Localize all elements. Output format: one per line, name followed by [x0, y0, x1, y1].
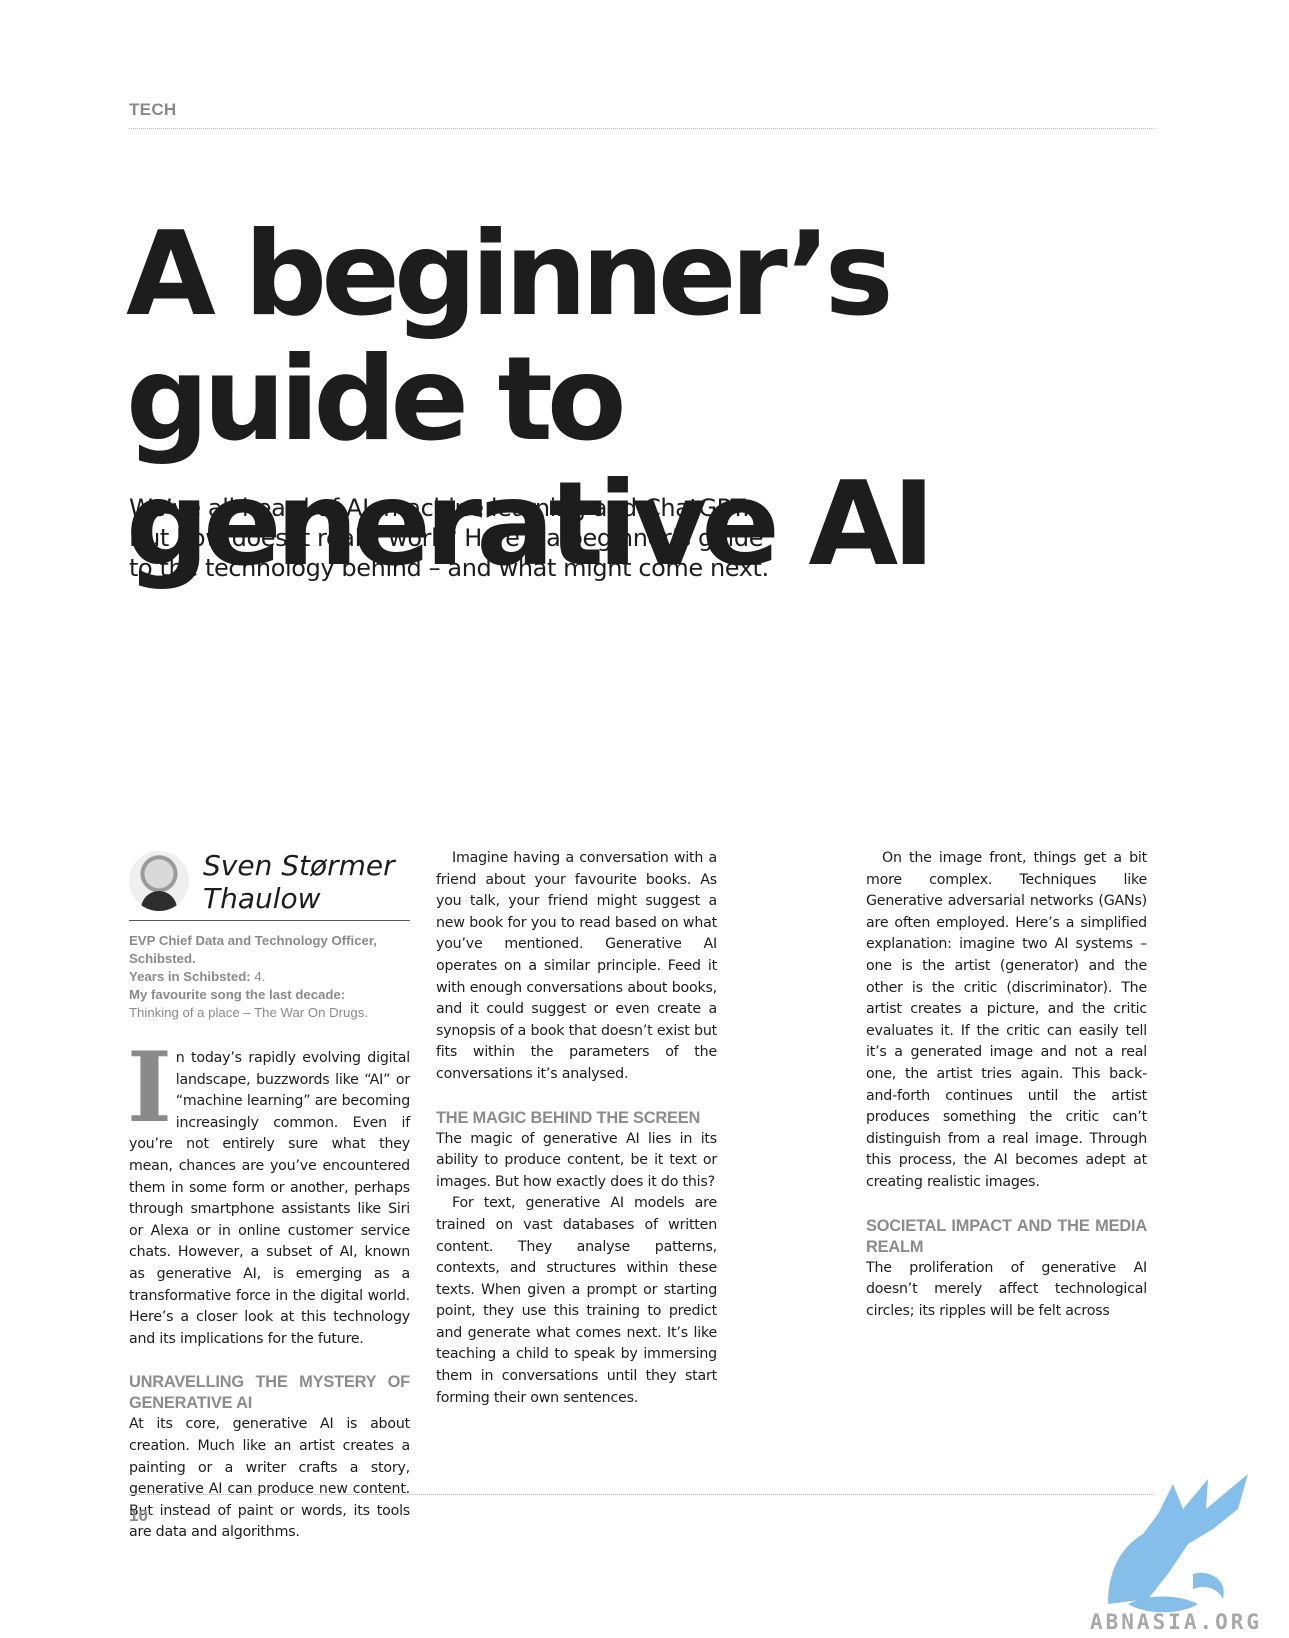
author-song-label: My favourite song the last decade:	[129, 987, 346, 1002]
author-divider	[129, 920, 410, 921]
griffin-logo-icon	[1108, 1474, 1248, 1613]
body-column-2: Imagine having a conversation with a fri…	[436, 848, 717, 1409]
author-years: Years in Schibsted: 4.	[129, 968, 410, 986]
drop-cap: I	[127, 1031, 172, 1144]
watermark-text: ABNASIA.ORG	[1090, 1610, 1263, 1634]
article-intro: We’ve all heard of AI, machine learning …	[129, 494, 769, 582]
author-years-value: 4.	[254, 969, 266, 984]
author-avatar	[129, 851, 189, 911]
author-name: Sven Størmer Thaulow	[203, 849, 395, 915]
body-column-1: In today’s rapidly evolving digital land…	[127, 1031, 410, 1544]
top-divider	[129, 128, 1154, 129]
body-paragraph: In today’s rapidly evolving digital land…	[127, 1031, 410, 1350]
section-heading: THE MAGIC BEHIND THE SCREEN	[436, 1108, 701, 1127]
body-paragraph: The proliferation of generative AI doesn…	[866, 1259, 1147, 1319]
author-title: EVP Chief Data and Technology Officer, S…	[129, 933, 377, 966]
section-heading: UNRAVELLING THE MYSTERY OF GENERATIVE AI	[129, 1373, 410, 1413]
body-paragraph: Imagine having a conversation with a fri…	[436, 850, 717, 1082]
author-years-label: Years in Schibsted:	[129, 969, 251, 984]
body-paragraph: For text, generative AI models are train…	[436, 1195, 717, 1406]
author-bio: EVP Chief Data and Technology Officer, S…	[129, 932, 410, 1022]
page-number: 10	[129, 1506, 148, 1525]
section-label: TECH	[129, 100, 177, 119]
bottom-divider	[129, 1494, 1154, 1495]
section-heading: SOCIETAL IMPACT AND THE MEDIA REALM	[866, 1216, 1147, 1256]
body-column-3: On the image front, things get a bit mor…	[866, 848, 1147, 1322]
body-paragraph: At its core, generative AI is about crea…	[129, 1416, 410, 1541]
body-paragraph: The magic of generative AI lies in its a…	[436, 1130, 717, 1190]
body-paragraph: On the image front, things get a bit mor…	[866, 850, 1147, 1190]
author-song-value: Thinking of a place – The War On Drugs.	[129, 1005, 368, 1020]
